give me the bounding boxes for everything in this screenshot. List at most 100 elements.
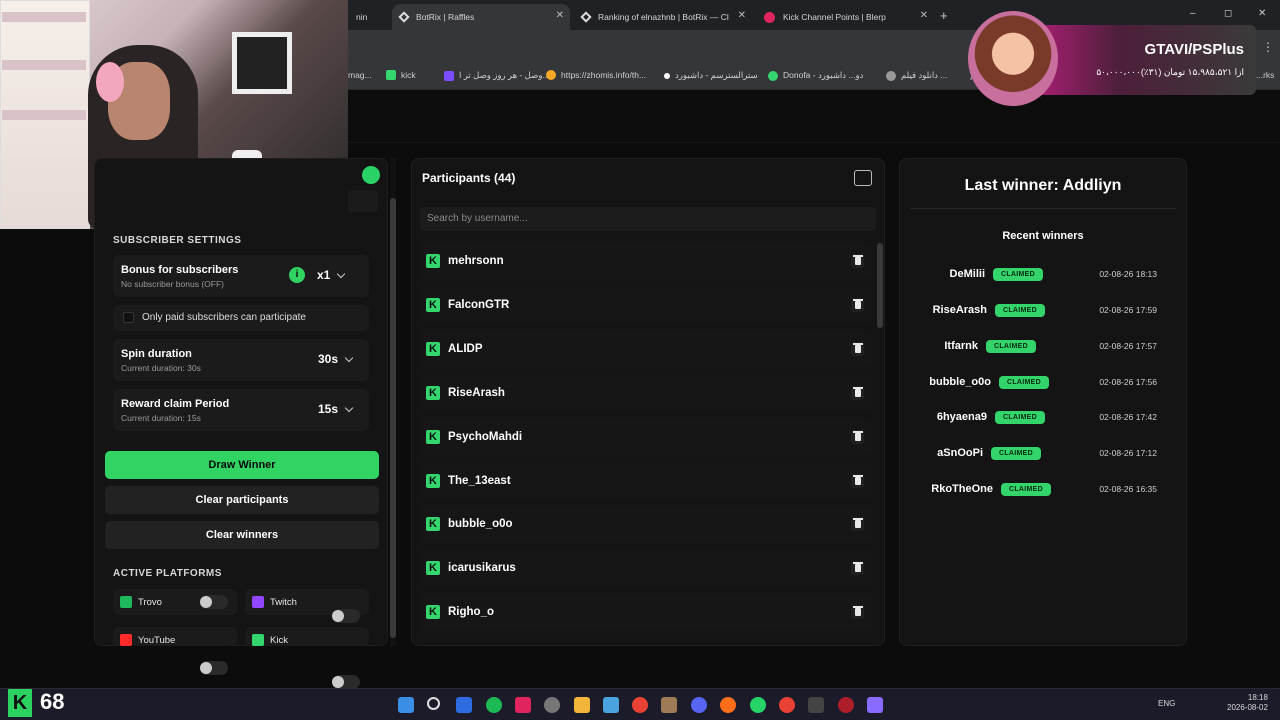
spin-card: Spin duration Current duration: 30s 30s (113, 339, 369, 381)
menu-icon[interactable]: ⋮ (1262, 40, 1274, 54)
app-icon[interactable] (867, 697, 883, 713)
bookmark-item[interactable]: دانلود فیلم ... (886, 70, 947, 81)
app-icon[interactable] (603, 697, 619, 713)
copy-icon[interactable] (854, 170, 872, 186)
status-badge: CLAIMED (986, 339, 1036, 353)
minimize-button[interactable]: – (1190, 8, 1196, 19)
app-icon[interactable] (544, 697, 560, 713)
list-item: Righo_o (420, 594, 872, 630)
clear-winners-button[interactable]: Clear winners (105, 521, 379, 549)
bookmark-item[interactable]: Donofa - دو... داشبورد (768, 70, 863, 81)
bookmark-item[interactable]: ...rks (1256, 70, 1274, 80)
clock[interactable]: 18:18 2026-08-02 (1227, 693, 1268, 713)
scrollbar[interactable] (877, 243, 883, 328)
kick-icon (426, 254, 440, 268)
maximize-button[interactable]: ◻ (1224, 8, 1232, 19)
trash-icon[interactable] (851, 342, 864, 356)
bookmark-item[interactable]: سترالسترسم - داشبورد (664, 70, 758, 81)
discord-icon[interactable] (691, 697, 707, 713)
trash-icon[interactable] (851, 254, 864, 268)
shelf-row (2, 110, 86, 120)
draw-winner-button[interactable]: Draw Winner (105, 451, 379, 479)
section-title: SUBSCRIBER SETTINGS (113, 235, 242, 246)
kick-icon (426, 561, 440, 575)
bookmark-item[interactable]: mag... (348, 70, 372, 80)
kick-toggle[interactable] (332, 675, 360, 689)
tab-botrix-raffles[interactable]: BotRix | Raffles ✕ (392, 4, 570, 30)
claim-select[interactable]: 15s (318, 402, 354, 416)
firefox-icon[interactable] (720, 697, 736, 713)
collapsed-control[interactable] (348, 190, 378, 212)
twitch-icon (252, 596, 264, 608)
windows-start-icon[interactable] (398, 697, 414, 713)
search-icon[interactable] (427, 697, 440, 710)
folder-icon[interactable] (574, 697, 590, 713)
spin-sub: Current duration: 30s (121, 363, 201, 373)
spotify-icon[interactable] (486, 697, 502, 713)
winner-row: Itfarnk CLAIMED 02-08-26 17:57 (944, 339, 1157, 353)
trovo-toggle[interactable] (200, 595, 228, 609)
taskbar: K 68 ENG 18:18 2026-08-02 (0, 688, 1280, 720)
goal-subtitle: ۵۰،۰۰۰،۰۰۰ازا ۱۵،۹۸۵،۵۲۱ تومان (۳۱٪) (1096, 67, 1244, 77)
tab-ranking[interactable]: Ranking of elnazhnb | BotRix — Cl ✕ (574, 4, 752, 30)
globe-icon (886, 70, 896, 81)
divider (910, 208, 1176, 209)
trash-icon[interactable] (851, 517, 864, 531)
trash-icon[interactable] (851, 561, 864, 575)
shelf-row (2, 60, 86, 70)
trash-icon[interactable] (851, 386, 864, 400)
trash-icon[interactable] (851, 298, 864, 312)
list-item: The_13east (420, 463, 872, 499)
headphones (96, 62, 124, 102)
tab-partial[interactable]: nin✕ (348, 4, 408, 30)
window-close-button[interactable]: ✕ (1258, 8, 1266, 19)
status-icon (362, 166, 380, 184)
app-icon[interactable] (661, 697, 677, 713)
bookmark-item[interactable]: https://zhomis.info/th... (546, 70, 646, 80)
language-indicator[interactable]: ENG (1158, 699, 1175, 708)
platform-youtube: YouTube (120, 634, 175, 646)
app-icon[interactable] (515, 697, 531, 713)
new-tab-button[interactable]: + (940, 8, 948, 23)
kick-icon (426, 342, 440, 356)
shelf-row (2, 12, 86, 22)
only-paid-checkbox[interactable] (123, 312, 134, 323)
claim-card: Reward claim Period Current duration: 15… (113, 389, 369, 431)
bonus-select[interactable]: x1 (317, 268, 346, 282)
play-icon (664, 72, 670, 79)
trash-icon[interactable] (851, 430, 864, 444)
twitch-toggle[interactable] (332, 609, 360, 623)
status-badge: CLAIMED (1001, 482, 1051, 496)
kick-icon (252, 634, 264, 646)
bookmark-kick[interactable]: kick (386, 70, 416, 80)
wall-frame (232, 32, 292, 94)
trash-icon[interactable] (851, 474, 864, 488)
tab-blerp[interactable]: Kick Channel Points | Blerp ✕ (756, 4, 934, 30)
spin-label: Spin duration (121, 348, 192, 360)
info-icon[interactable]: i (289, 267, 305, 283)
goal-title: GTAVI/PSPlus (1144, 41, 1244, 58)
close-icon[interactable]: ✕ (738, 10, 746, 21)
youtube-toggle[interactable] (200, 661, 228, 675)
clear-participants-button[interactable]: Clear participants (105, 486, 379, 514)
close-icon[interactable]: ✕ (920, 10, 928, 21)
page-header (348, 90, 1280, 143)
bookmark-item[interactable]: وصل - هر روز وصل تر ا... (444, 70, 550, 81)
kick-icon (426, 430, 440, 444)
spin-select[interactable]: 30s (318, 352, 354, 366)
kick-icon (426, 474, 440, 488)
scrollbar[interactable] (390, 158, 396, 646)
app-icon[interactable] (456, 697, 472, 713)
chevron-down-icon (344, 403, 354, 412)
trash-icon[interactable] (851, 605, 864, 619)
terminal-icon[interactable] (808, 697, 824, 713)
app-icon[interactable] (838, 697, 854, 713)
bookmark-icon (546, 70, 556, 80)
whatsapp-icon[interactable] (750, 697, 766, 713)
search-input[interactable]: Search by username... (420, 207, 876, 231)
chrome-icon[interactable] (779, 697, 795, 713)
close-icon[interactable]: ✕ (556, 10, 564, 21)
chrome-icon[interactable] (632, 697, 648, 713)
status-badge: CLAIMED (993, 267, 1043, 281)
chevron-down-icon (344, 353, 354, 362)
